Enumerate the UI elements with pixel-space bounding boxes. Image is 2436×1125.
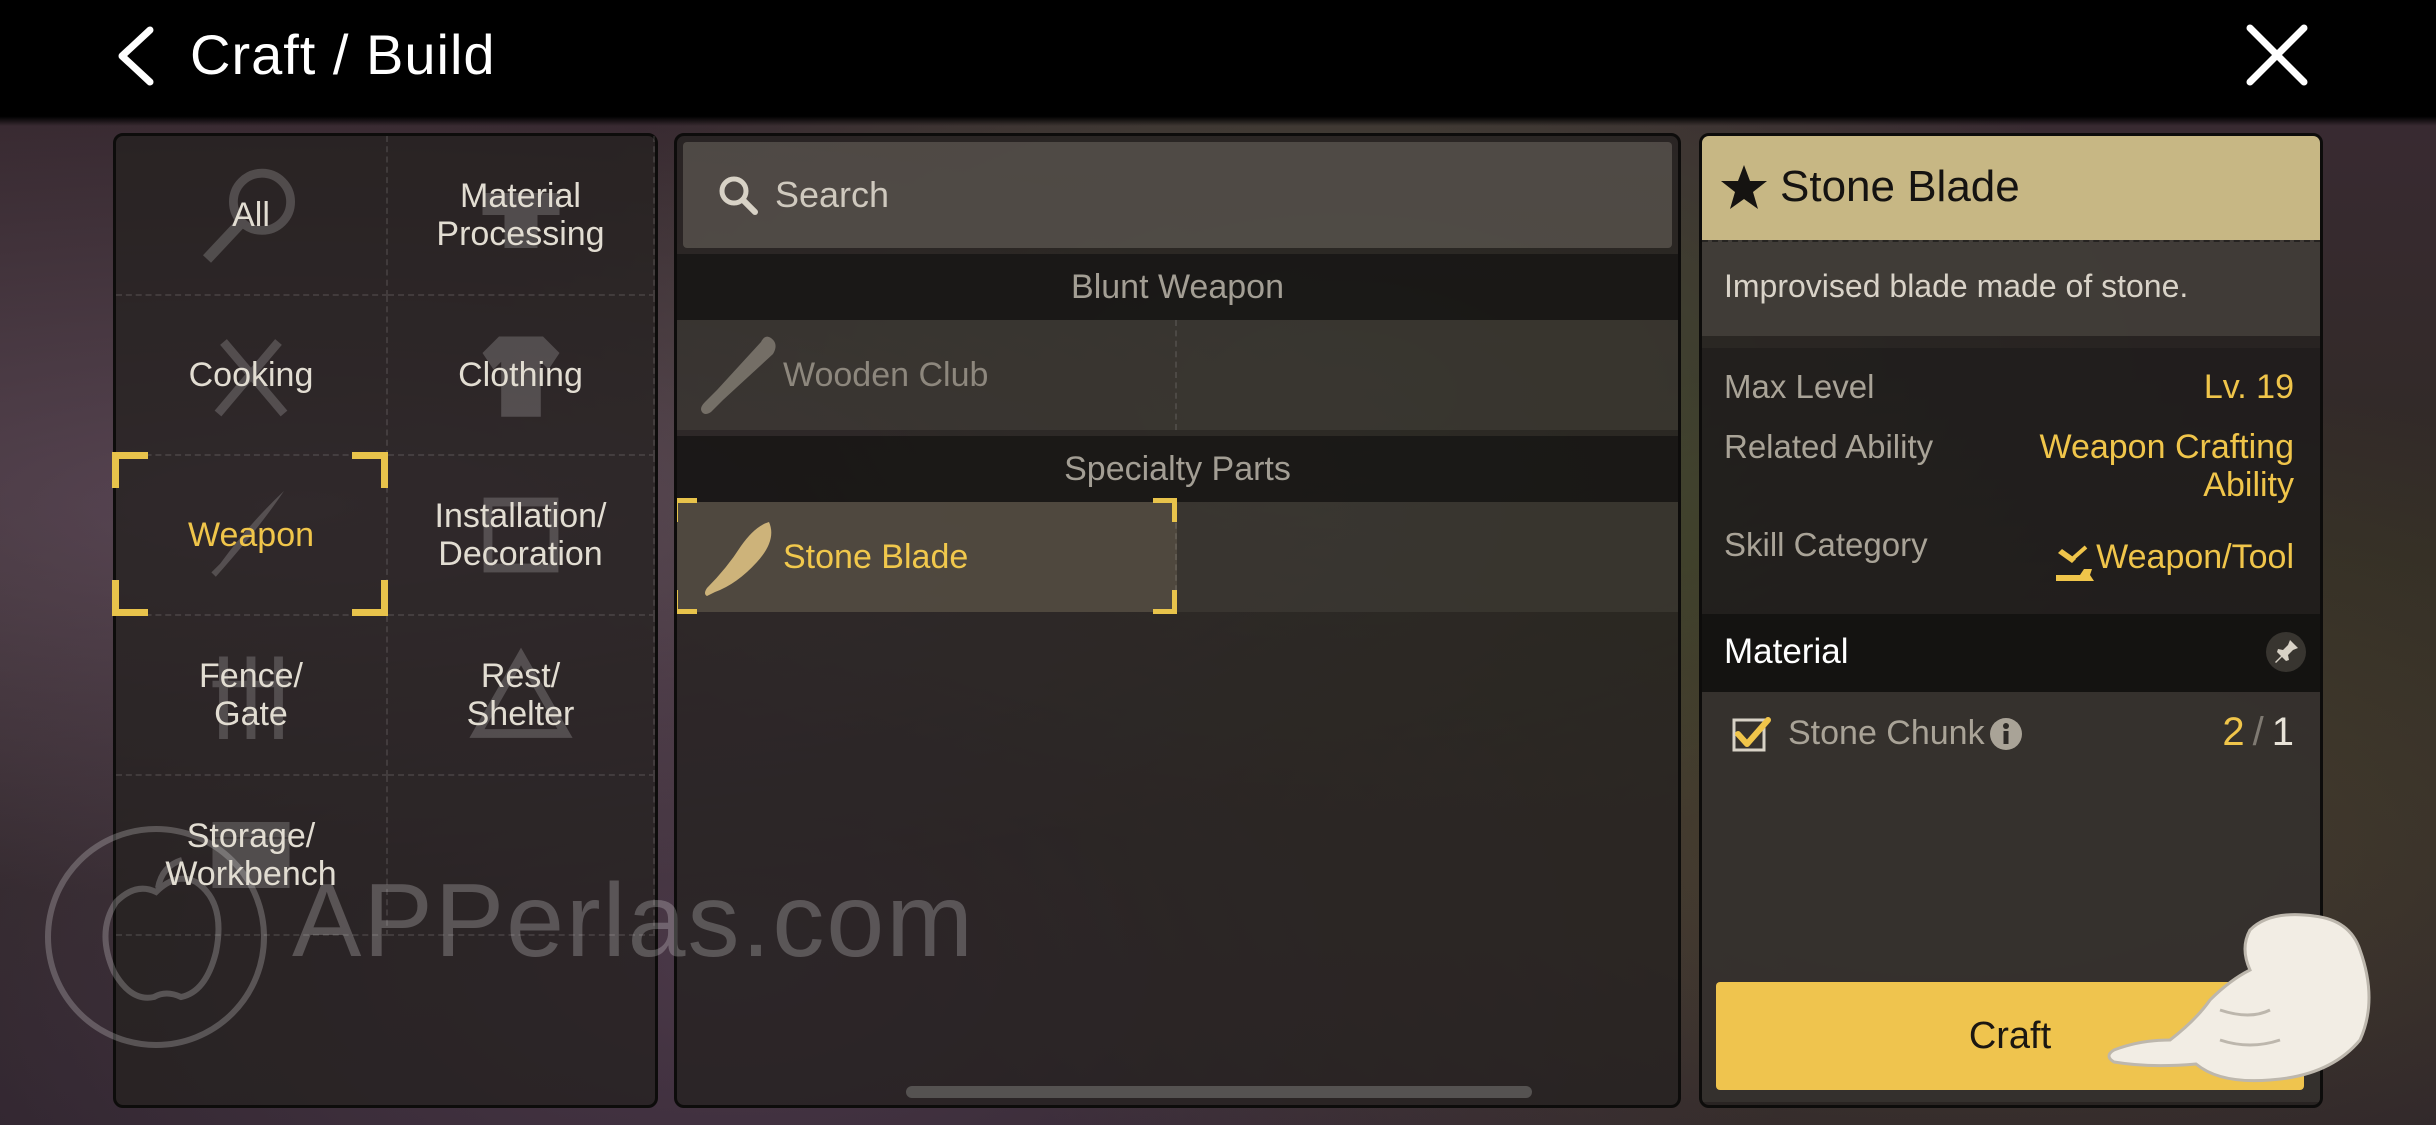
detail-description: Improvised blade made of stone. bbox=[1724, 268, 2189, 304]
category-label: Storage/ Workbench bbox=[165, 817, 337, 893]
selection-corner bbox=[1153, 498, 1177, 522]
stat-value-skill-category: Weapon/Tool bbox=[2096, 538, 2294, 576]
detail-description-row: Improvised blade made of stone. bbox=[1702, 240, 2320, 336]
material-header: Material bbox=[1702, 614, 2320, 692]
selection-corner bbox=[352, 452, 388, 488]
group-header-specialty-parts: Specialty Parts bbox=[677, 436, 1678, 502]
material-count: 2/1 bbox=[2222, 710, 2294, 755]
selection-corner bbox=[677, 590, 697, 614]
category-grid: All Material Processing Cooking Clothing… bbox=[112, 136, 655, 1105]
item-row: Wooden Club bbox=[677, 320, 1678, 430]
detail-header: Stone Blade bbox=[1702, 136, 2320, 240]
stat-label-related-ability: Related Ability bbox=[1724, 428, 1934, 465]
selection-corner bbox=[112, 452, 148, 488]
club-icon bbox=[701, 336, 776, 414]
hammer-anvil-icon bbox=[2056, 545, 2094, 581]
category-all[interactable]: All bbox=[116, 136, 388, 296]
category-label: Material Processing bbox=[436, 177, 605, 253]
stat-value-related-ability: Weapon Crafting Ability bbox=[2039, 428, 2294, 504]
selection-corner bbox=[112, 580, 148, 616]
search-bar[interactable] bbox=[683, 142, 1672, 248]
category-material-processing[interactable]: Material Processing bbox=[388, 136, 655, 296]
material-required-count: 1 bbox=[2271, 710, 2294, 754]
recipe-item-stone-blade[interactable]: Stone Blade bbox=[677, 498, 1177, 614]
recipe-item-label: Stone Blade bbox=[783, 537, 969, 576]
top-bar: Craft / Build bbox=[0, 0, 2436, 126]
category-cooking[interactable]: Cooking bbox=[116, 296, 388, 456]
category-label: Fence/ Gate bbox=[199, 657, 303, 733]
category-fence-gate[interactable]: Fence/ Gate bbox=[116, 616, 388, 776]
item-detail-panel: Stone Blade Improvised blade made of sto… bbox=[1699, 133, 2323, 1108]
category-label: All bbox=[232, 196, 270, 234]
group-header-blunt-weapon: Blunt Weapon bbox=[677, 254, 1678, 320]
material-name: Stone Chunk bbox=[1788, 714, 1985, 752]
info-icon[interactable] bbox=[1988, 716, 2024, 752]
category-installation-decoration[interactable]: Installation/ Decoration bbox=[388, 456, 655, 616]
stat-label-max-level: Max Level bbox=[1724, 368, 1875, 405]
home-indicator[interactable] bbox=[906, 1086, 1532, 1098]
selection-corner bbox=[1153, 590, 1177, 614]
category-empty-slot bbox=[388, 776, 655, 936]
detail-item-name: Stone Blade bbox=[1780, 162, 2020, 211]
category-label: Weapon bbox=[187, 516, 315, 554]
pin-icon[interactable] bbox=[2264, 630, 2308, 674]
page-title: Craft / Build bbox=[190, 23, 496, 86]
craft-button[interactable]: Craft bbox=[1716, 982, 2304, 1090]
selection-corner bbox=[352, 580, 388, 616]
category-label: Clothing bbox=[458, 356, 583, 394]
stone-blade-icon bbox=[705, 522, 772, 596]
star-icon[interactable] bbox=[1718, 162, 1770, 214]
category-weapon[interactable]: Weapon bbox=[112, 452, 388, 616]
category-rest-shelter[interactable]: Rest/ Shelter bbox=[388, 616, 655, 776]
close-icon[interactable] bbox=[2244, 22, 2310, 88]
material-count-separator: / bbox=[2252, 710, 2264, 754]
category-label: Installation/ Decoration bbox=[434, 497, 607, 573]
selection-corner bbox=[677, 498, 697, 522]
category-label: Cooking bbox=[188, 356, 314, 394]
detail-stats: Max Level Lv. 19 Related Ability Weapon … bbox=[1702, 348, 2320, 614]
category-storage-workbench[interactable]: Storage/ Workbench bbox=[116, 776, 388, 936]
category-label: Rest/ Shelter bbox=[466, 657, 575, 733]
material-owned-count: 2 bbox=[2222, 710, 2245, 754]
search-icon bbox=[719, 176, 758, 215]
category-clothing[interactable]: Clothing bbox=[388, 296, 655, 456]
recipe-item-label: Wooden Club bbox=[783, 355, 989, 394]
item-row: Stone Blade bbox=[677, 498, 1678, 614]
material-title: Material bbox=[1724, 632, 1849, 671]
check-icon bbox=[1732, 717, 1771, 752]
recipe-item-wooden-club[interactable]: Wooden Club bbox=[677, 320, 1177, 430]
stat-label-skill-category: Skill Category bbox=[1724, 526, 1928, 563]
stat-value-max-level: Lv. 19 bbox=[2203, 368, 2294, 406]
category-panel: All Material Processing Cooking Clothing… bbox=[112, 133, 658, 1108]
search-input[interactable] bbox=[775, 170, 1475, 220]
recipe-list-panel: Blunt Weapon Wooden Club Specialty Parts… bbox=[674, 133, 1681, 1108]
back-arrow-icon[interactable] bbox=[112, 26, 158, 86]
